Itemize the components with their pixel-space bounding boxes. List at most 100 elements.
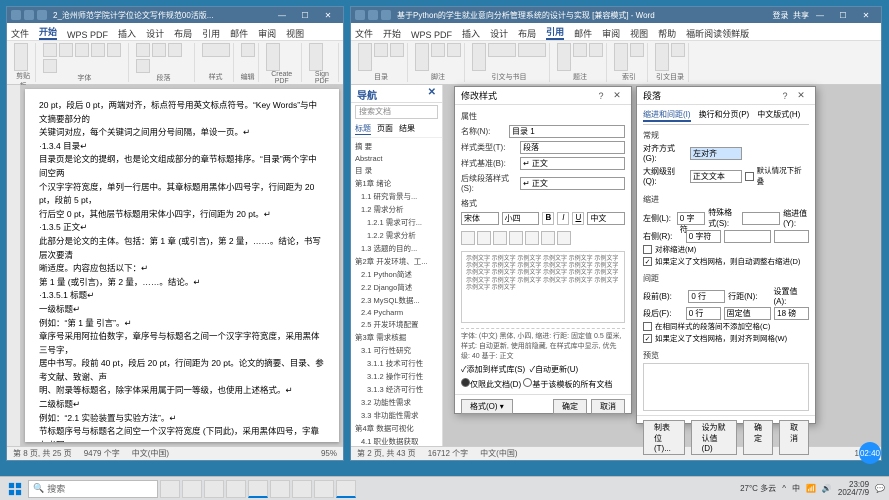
align-center-button[interactable] (477, 231, 491, 245)
weather-widget[interactable]: 27°C 多云 (740, 483, 776, 494)
explorer-icon[interactable] (182, 480, 202, 498)
toc-button[interactable] (358, 43, 372, 71)
nav-item[interactable]: 3.2 功能性需求 (353, 396, 440, 409)
nav-item[interactable]: 1.2.1 需求可行... (353, 216, 440, 229)
indent-dec-button[interactable] (541, 231, 555, 245)
wifi-icon[interactable]: 📶 (806, 484, 816, 493)
nav-item[interactable]: 1.2 需求分析 (353, 203, 440, 216)
align-justify-button[interactable] (509, 231, 523, 245)
close-icon[interactable]: ✕ (609, 90, 625, 101)
style-based-on-select[interactable]: ↵ 正文 (520, 157, 625, 170)
indent-left-spinner[interactable]: 0 字符 (677, 212, 705, 225)
redo-icon[interactable] (381, 10, 391, 20)
help-icon[interactable]: ? (777, 91, 793, 101)
nav-item[interactable]: 2.3 MySQL数据... (353, 294, 440, 307)
tab-mailings[interactable]: 邮件 (230, 27, 248, 40)
zoom-status[interactable]: 95% (321, 449, 337, 458)
nav-item[interactable]: 2.4 Pycharm (353, 307, 440, 318)
paste-button[interactable] (14, 43, 28, 71)
share-link[interactable]: 共享 (793, 10, 809, 21)
set-default-button[interactable]: 设为默认值(D) (691, 420, 737, 455)
min-icon[interactable]: — (809, 8, 831, 22)
tab-review[interactable]: 审阅 (258, 27, 276, 40)
nav-outline[interactable]: 摘 要Abstract目 录第1章 绪论1.1 研究背景与...1.2 需求分析… (351, 138, 442, 446)
wechat-icon[interactable] (270, 480, 290, 498)
subtab-asian[interactable]: 中文版式(H) (757, 109, 800, 122)
align-right-button[interactable] (493, 231, 507, 245)
alignment-select[interactable]: 左对齐 (690, 147, 742, 160)
mail-icon[interactable] (226, 480, 246, 498)
tab-layout[interactable]: 布局 (174, 27, 192, 40)
system-tray[interactable]: 27°C 多云 ^ 中 📶 🔊 23:09 2024/7/9 💬 (740, 481, 885, 497)
nav-item[interactable]: 2.1 Python简述 (353, 268, 440, 281)
nav-item[interactable]: 第3章 需求核掘 (353, 331, 440, 344)
nav-item[interactable]: 1.1 研究背景与... (353, 190, 440, 203)
close-icon[interactable]: ✕ (793, 90, 809, 101)
tab-references[interactable]: 引用 (546, 25, 564, 40)
align-left-button[interactable] (461, 231, 475, 245)
min-icon[interactable]: — (271, 8, 293, 22)
max-icon[interactable]: ☐ (832, 8, 854, 22)
outline-level-select[interactable]: 正文文本 (690, 170, 742, 183)
lang-select[interactable]: 中文 (587, 212, 625, 225)
task-view-icon[interactable] (160, 480, 180, 498)
tab-insert[interactable]: 插入 (118, 27, 136, 40)
app-icon[interactable] (314, 480, 334, 498)
tab-wpspdf[interactable]: WPS PDF (67, 30, 108, 40)
no-space-same-style-checkbox[interactable] (643, 322, 652, 331)
tab-file[interactable]: 文件 (11, 27, 29, 40)
word2-icon[interactable] (336, 480, 356, 498)
nav-item[interactable]: 3.1.2 操作可行性 (353, 370, 440, 383)
font-size-select[interactable]: 小四 (502, 212, 540, 225)
clock-date[interactable]: 2024/7/9 (838, 489, 869, 497)
collapse-checkbox[interactable] (745, 172, 754, 181)
tab-view[interactable]: 视图 (286, 27, 304, 40)
line-spacing-at-spinner[interactable]: 18 磅 (774, 307, 809, 320)
snap-grid-checkbox[interactable]: ✓ (643, 334, 652, 343)
doc-only-radio[interactable] (461, 378, 470, 387)
nav-item[interactable]: 目 录 (353, 164, 440, 177)
tabs-button[interactable]: 制表位(T)... (643, 420, 685, 455)
nav-item[interactable]: 1.2.2 需求分析 (353, 229, 440, 242)
nav-item[interactable]: 3.1 可行性研究 (353, 344, 440, 357)
nav-tab-pages[interactable]: 页面 (377, 123, 393, 135)
nav-item[interactable]: 摘 要 (353, 140, 440, 153)
login-link[interactable]: 登录 (773, 10, 789, 21)
page-status[interactable]: 第 8 页, 共 25 页 (13, 448, 72, 459)
ok-button[interactable]: 确定 (553, 399, 587, 414)
auto-indent-checkbox[interactable]: ✓ (643, 257, 652, 266)
redo-icon[interactable] (37, 10, 47, 20)
nav-item[interactable]: 1.3 选题的目的... (353, 242, 440, 255)
recorder-timer[interactable]: 02:40 (859, 442, 881, 464)
undo-icon[interactable] (368, 10, 378, 20)
underline-button[interactable]: U (572, 212, 584, 225)
nav-tab-headings[interactable]: 标题 (355, 123, 371, 135)
nav-item[interactable]: 4.1 职业数据获取 (353, 435, 440, 446)
nav-tab-results[interactable]: 结果 (399, 123, 415, 135)
ime-icon[interactable]: 中 (792, 483, 800, 494)
cancel-button[interactable]: 取消 (591, 399, 625, 414)
nav-item[interactable]: Abstract (353, 153, 440, 164)
word-icon[interactable] (248, 480, 268, 498)
nav-search-input[interactable]: 搜索文档 (355, 105, 438, 119)
nav-close-icon[interactable]: ✕ (428, 87, 436, 100)
vscode-icon[interactable] (292, 480, 312, 498)
style-next-select[interactable]: ↵ 正文 (520, 177, 625, 190)
close-icon[interactable]: ✕ (855, 8, 877, 22)
lang-status[interactable]: 中文(中国) (132, 448, 169, 459)
line-spacing-button[interactable] (525, 231, 539, 245)
nav-item[interactable]: 3.3 非功能性需求 (353, 409, 440, 422)
edge-icon[interactable] (204, 480, 224, 498)
format-menu-button[interactable]: 格式(O) ▾ (461, 399, 513, 414)
italic-button[interactable]: I (557, 212, 569, 225)
subtab-linebreak[interactable]: 换行和分页(P) (699, 109, 750, 122)
subtab-indent[interactable]: 缩进和间距(I) (643, 109, 691, 122)
nav-item[interactable]: 2.2 Django简述 (353, 281, 440, 294)
template-radio[interactable] (523, 378, 532, 387)
help-icon[interactable]: ? (593, 91, 609, 101)
line-spacing-select[interactable]: 固定值 (724, 307, 772, 320)
indent-right-spinner[interactable]: 0 字符 (686, 230, 721, 243)
nav-item[interactable]: 3.1.3 经济可行性 (353, 383, 440, 396)
taskbar-search-input[interactable]: 🔍搜索 (28, 480, 158, 498)
font-family-select[interactable]: 宋体 (461, 212, 499, 225)
